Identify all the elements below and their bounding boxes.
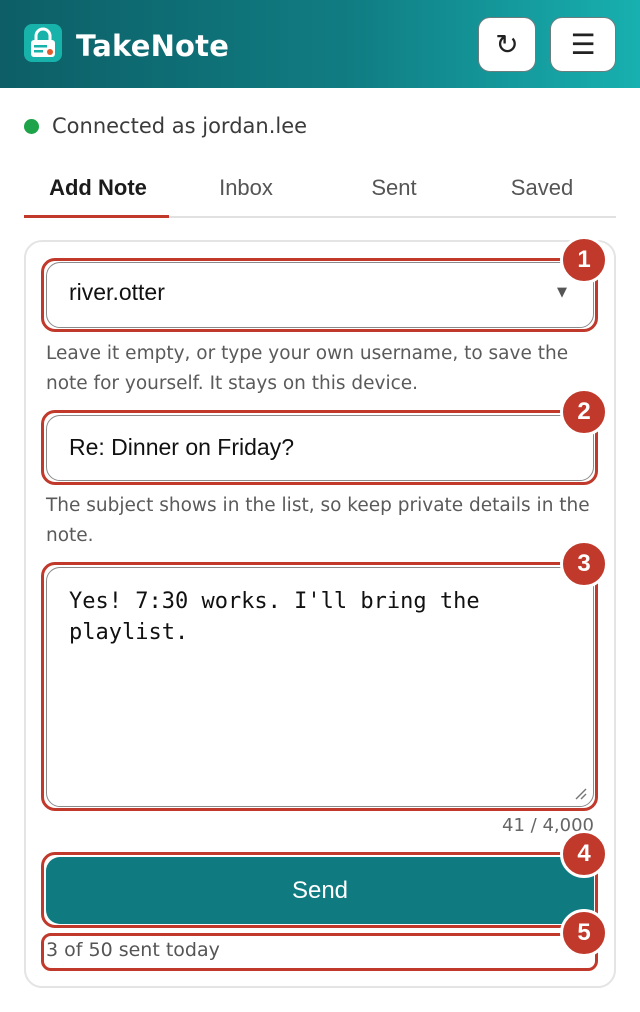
status-dot-icon (24, 118, 39, 134)
recipient-value: river.otter (69, 279, 165, 305)
app-title: TakeNote (76, 29, 230, 63)
refresh-icon: ↻ (495, 28, 519, 61)
tab-saved[interactable]: Saved (468, 160, 616, 216)
annotation-badge-4: 4 (560, 830, 608, 878)
recipient-hint: Leave it empty, or type your own usernam… (46, 343, 569, 394)
send-button[interactable]: Send (46, 857, 594, 924)
tab-bar: Add Note Inbox Sent Saved (24, 160, 616, 218)
tab-inbox[interactable]: Inbox (172, 160, 320, 216)
daily-send-count: 3 of 50 sent today (46, 939, 220, 961)
hamburger-menu-icon: ☰ (570, 28, 596, 61)
annotation-badge-5: 5 (560, 909, 608, 957)
annotation-badge-3: 3 (560, 540, 608, 588)
annotation-badge-1: 1 (560, 236, 608, 284)
app-header: TakeNote ↻ ☰ (0, 0, 640, 88)
chevron-down-icon: ▼ (557, 285, 567, 300)
tab-add-note[interactable]: Add Note (24, 160, 172, 218)
lock-note-icon (24, 24, 62, 62)
status-text: Connected as jordan.lee (52, 114, 308, 138)
subject-input[interactable]: Re: Dinner on Friday? (46, 415, 594, 481)
refresh-button[interactable]: ↻ (478, 17, 536, 72)
tab-sent[interactable]: Sent (320, 160, 468, 216)
menu-button[interactable]: ☰ (550, 17, 616, 72)
resize-handle-icon[interactable] (573, 786, 587, 800)
subject-value: Re: Dinner on Friday? (69, 434, 294, 460)
note-body-text: Yes! 7:30 works. I'll bring the playlist… (69, 589, 480, 645)
connection-status: Connected as jordan.lee (24, 112, 307, 140)
recipient-select[interactable]: river.otter ▼ (46, 262, 594, 328)
annotation-badge-2: 2 (560, 388, 608, 436)
subject-hint: The subject shows in the list, so keep p… (46, 495, 590, 546)
note-body-textarea[interactable]: Yes! 7:30 works. I'll bring the playlist… (46, 567, 594, 807)
